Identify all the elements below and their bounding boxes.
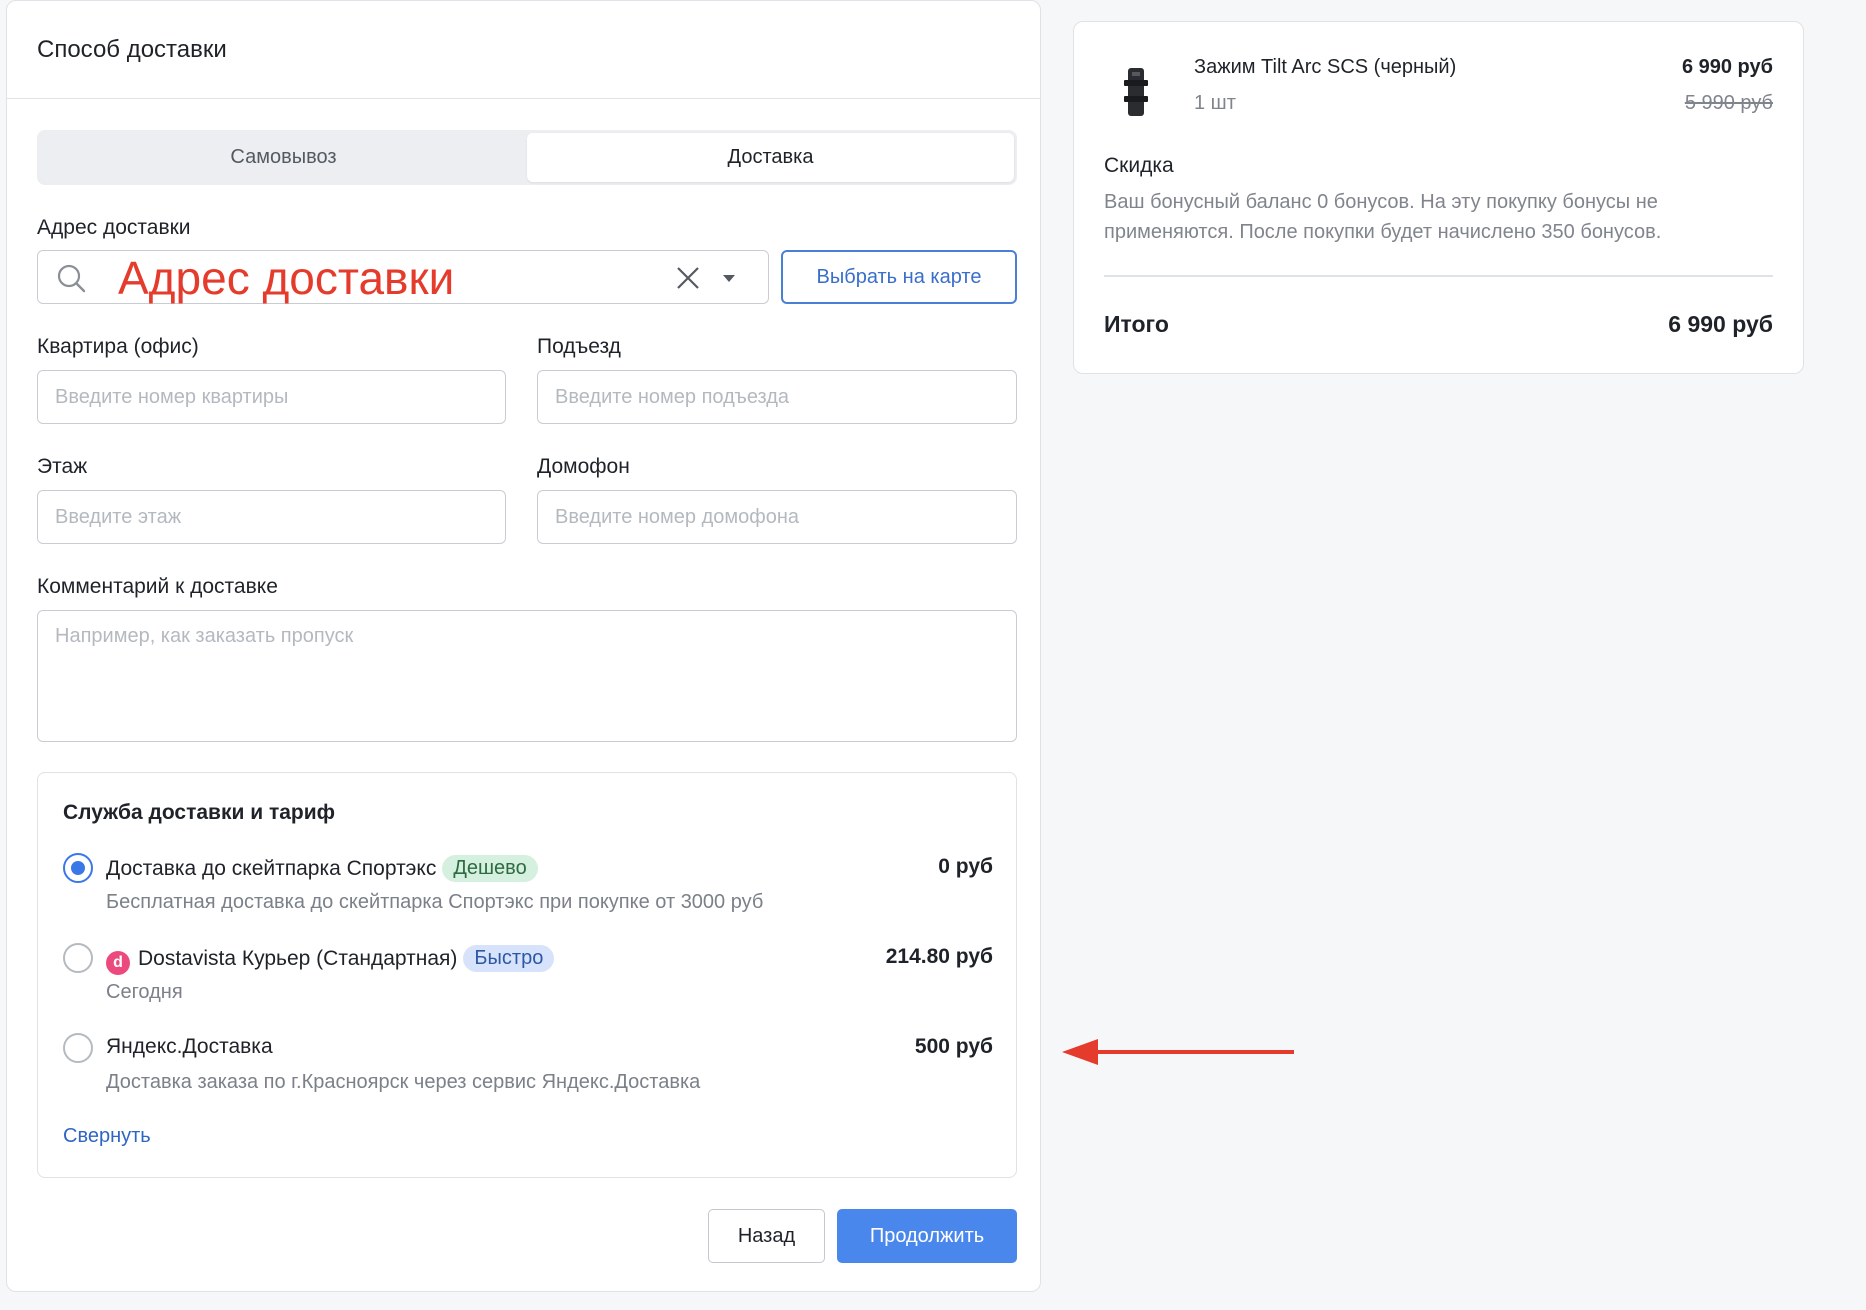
apartment-label: Квартира (офис) bbox=[37, 335, 199, 358]
search-icon bbox=[57, 264, 86, 293]
annotation-arrow-icon bbox=[1062, 1039, 1294, 1065]
address-label: Адрес доставки bbox=[37, 216, 191, 239]
discount-title: Скидка bbox=[1104, 154, 1174, 177]
option-price: 0 руб bbox=[938, 855, 993, 878]
address-input[interactable]: Адрес доставки bbox=[37, 250, 769, 304]
product-thumbnail bbox=[1124, 68, 1148, 116]
floor-label: Этаж bbox=[37, 455, 88, 478]
option-name: d Dostavista Курьер (Стандартная) Быстро bbox=[106, 945, 555, 975]
option-name-text: Доставка до скейтпарка Спортэкс bbox=[106, 857, 437, 880]
intercom-label: Домофон bbox=[537, 455, 630, 478]
delivery-option[interactable]: Яндекс.Доставка Доставка заказа по г.Кра… bbox=[63, 1033, 993, 1103]
product-old-price: 5 990 руб bbox=[1684, 92, 1773, 114]
radio-button[interactable] bbox=[63, 1033, 93, 1063]
radio-button[interactable] bbox=[63, 853, 93, 883]
service-title: Служба доставки и тариф bbox=[63, 801, 336, 824]
apartment-input[interactable] bbox=[37, 370, 506, 424]
radio-button[interactable] bbox=[63, 943, 93, 973]
option-name: Яндекс.Доставка bbox=[106, 1035, 273, 1058]
continue-button[interactable]: Продолжить bbox=[837, 1209, 1017, 1263]
option-description: Бесплатная доставка до скейтпарка Спортэ… bbox=[106, 891, 764, 913]
order-summary-card: Зажим Tilt Arc SCS (черный) 1 шт 6 990 р… bbox=[1073, 21, 1804, 374]
delivery-option[interactable]: d Dostavista Курьер (Стандартная) Быстро С… bbox=[63, 943, 993, 1013]
card-header: Способ доставки bbox=[7, 1, 1040, 99]
intercom-input[interactable] bbox=[537, 490, 1017, 544]
caret-down-icon[interactable] bbox=[722, 271, 736, 285]
delivery-service-box: Служба доставки и тариф Доставка до скей… bbox=[37, 772, 1017, 1178]
delivery-option[interactable]: Доставка до скейтпарка Спортэкс Дешево Бе… bbox=[63, 853, 993, 923]
divider bbox=[1104, 275, 1773, 277]
tab-pickup[interactable]: Самовывоз bbox=[40, 133, 527, 182]
tab-delivery[interactable]: Доставка bbox=[527, 133, 1014, 182]
choose-on-map-button[interactable]: Выбрать на карте bbox=[781, 250, 1017, 304]
option-description: Доставка заказа по г.Красноярск через се… bbox=[106, 1071, 701, 1093]
dostavista-logo-icon: d bbox=[106, 951, 130, 975]
discount-text: Ваш бонусный баланс 0 бонусов. На эту по… bbox=[1104, 191, 1662, 243]
delivery-method-card: Способ доставки Самовывоз Доставка Адрес… bbox=[6, 0, 1041, 1292]
fast-badge: Быстро bbox=[463, 945, 555, 972]
close-icon[interactable] bbox=[674, 264, 702, 292]
total-value: 6 990 руб bbox=[1668, 311, 1773, 337]
collapse-link[interactable]: Свернуть bbox=[63, 1125, 151, 1148]
product-price: 6 990 руб bbox=[1681, 56, 1773, 78]
option-name-text: Dostavista Курьер (Стандартная) bbox=[138, 947, 458, 970]
floor-input[interactable] bbox=[37, 490, 506, 544]
product-name: Зажим Tilt Arc SCS (черный) bbox=[1194, 56, 1457, 78]
back-button[interactable]: Назад bbox=[708, 1209, 825, 1263]
comment-textarea[interactable] bbox=[37, 610, 1017, 742]
comment-label: Комментарий к доставке bbox=[37, 575, 278, 598]
option-price: 214.80 руб bbox=[885, 945, 993, 968]
option-name: Доставка до скейтпарка Спортэкс Дешево bbox=[106, 855, 538, 882]
option-description: Сегодня bbox=[106, 981, 183, 1003]
entrance-input[interactable] bbox=[537, 370, 1017, 424]
address-value: Адрес доставки bbox=[118, 252, 455, 304]
cheap-badge: Дешево bbox=[442, 855, 538, 882]
entrance-label: Подъезд bbox=[537, 335, 621, 358]
total-label: Итого bbox=[1104, 311, 1169, 337]
product-quantity: 1 шт bbox=[1194, 92, 1236, 114]
option-price: 500 руб bbox=[914, 1035, 993, 1058]
delivery-tabs: Самовывоз Доставка bbox=[37, 130, 1017, 185]
page-title: Способ доставки bbox=[37, 35, 227, 63]
